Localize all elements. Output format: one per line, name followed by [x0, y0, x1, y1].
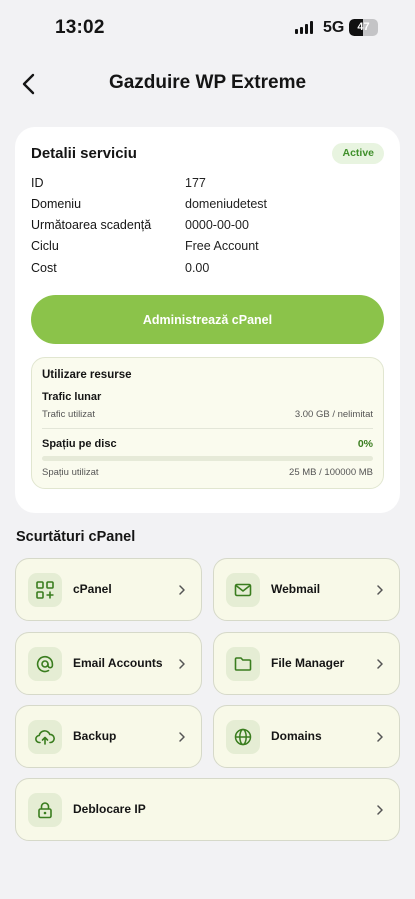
resource-usage-title: Utilizare resurse [42, 369, 132, 381]
disk-progress-bar [42, 456, 373, 461]
service-details-card: Detalii serviciu Active ID 177 Domeniu d… [15, 127, 400, 513]
chevron-right-icon [179, 585, 185, 595]
at-icon [28, 647, 62, 681]
chevron-right-icon [179, 659, 185, 669]
apps-icon [28, 573, 62, 607]
detail-value: 0.00 [185, 261, 210, 275]
traffic-label: Trafic utilizat [42, 409, 95, 420]
chevron-right-icon [377, 585, 383, 595]
detail-value: Free Account [185, 239, 259, 253]
shortcut-webmail[interactable]: Webmail [213, 558, 400, 621]
shortcuts-title: Scurtături cPanel [16, 529, 136, 545]
shortcut-label: File Manager [271, 656, 345, 670]
mail-icon [226, 573, 260, 607]
detail-label: Următoarea scadență [31, 218, 152, 232]
detail-value: domeniudetest [185, 197, 268, 211]
chevron-right-icon [377, 732, 383, 742]
disk-percent: 0% [357, 438, 373, 450]
detail-label: Domeniu [31, 197, 82, 211]
resource-usage-box: Utilizare resurse Trafic lunar Trafic ut… [31, 357, 384, 489]
battery-percent: 47 [357, 21, 370, 33]
status-badge: Active [332, 143, 384, 164]
manage-cpanel-button[interactable]: Administrează cPanel [31, 295, 384, 344]
status-bar: 13:02 5G 47 [0, 0, 415, 56]
shortcut-ip-unblock[interactable]: Deblocare IP [15, 778, 400, 841]
shortcut-label: Email Accounts [73, 656, 163, 670]
shortcut-label: Webmail [271, 582, 321, 596]
shortcut-label: Deblocare IP [73, 802, 146, 816]
disk-title: Spațiu pe disc [42, 438, 117, 450]
shortcut-cpanel[interactable]: cPanel [15, 558, 202, 621]
shortcut-label: Domains [271, 729, 322, 743]
shortcut-domains[interactable]: Domains [213, 705, 400, 768]
globe-icon [226, 720, 260, 754]
chevron-right-icon [179, 732, 185, 742]
cloud-upload-icon [28, 720, 62, 754]
page-title: Gazduire WP Extreme [108, 72, 307, 93]
chevron-right-icon [377, 805, 383, 815]
shortcut-label: cPanel [73, 582, 112, 596]
shortcut-email-accounts[interactable]: Email Accounts [15, 632, 202, 695]
status-time: 13:02 [55, 17, 105, 38]
folder-icon [226, 647, 260, 681]
signal-icon [295, 21, 313, 34]
detail-value: 0000-00-00 [185, 218, 249, 232]
traffic-value: 3.00 GB / nelimitat [294, 409, 373, 420]
battery-icon: 47 [349, 19, 378, 36]
disk-label: Spațiu utilizat [42, 467, 99, 478]
shortcut-backup[interactable]: Backup [15, 705, 202, 768]
shortcut-label: Backup [73, 729, 117, 743]
lock-icon [28, 793, 62, 827]
detail-value: 177 [185, 176, 206, 190]
disk-value: 25 MB / 100000 MB [289, 467, 373, 478]
chevron-right-icon [377, 659, 383, 669]
card-title: Detalii serviciu [31, 145, 137, 162]
detail-label: ID [31, 176, 44, 190]
divider [42, 428, 373, 429]
detail-label: Ciclu [31, 239, 59, 253]
detail-label: Cost [31, 261, 57, 275]
traffic-title: Trafic lunar [42, 391, 102, 403]
shortcut-file-manager[interactable]: File Manager [213, 632, 400, 695]
network-label: 5G [323, 19, 345, 36]
